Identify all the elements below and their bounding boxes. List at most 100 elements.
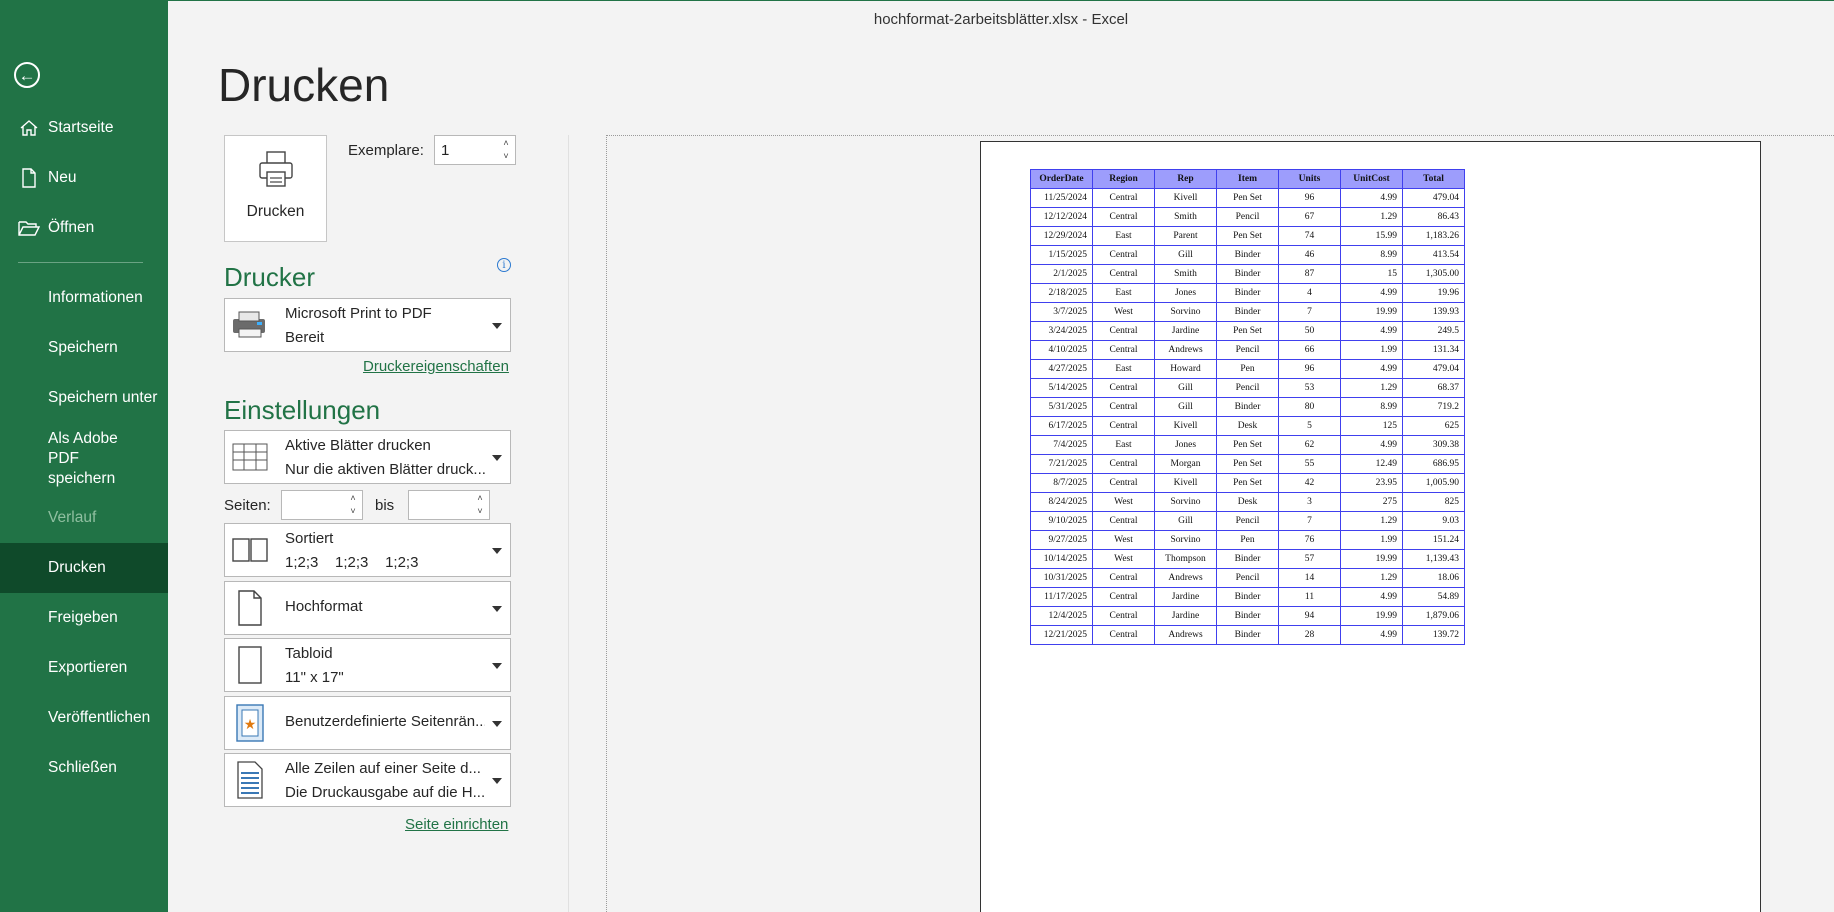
table-cell: 9.03 <box>1402 511 1465 531</box>
table-cell: Pen Set <box>1216 435 1279 455</box>
copies-input[interactable] <box>435 136 493 164</box>
table-cell: Pencil <box>1216 207 1279 227</box>
sidebar-item-freigeben[interactable]: Freigeben <box>0 593 168 643</box>
table-cell: 8/7/2025 <box>1030 473 1093 493</box>
settings-heading: Einstellungen <box>224 395 381 425</box>
print-what-dropdown[interactable]: Aktive Blätter drucken Nur die aktiven B… <box>224 430 511 484</box>
sidebar-item-informationen[interactable]: Informationen <box>0 273 168 323</box>
table-cell: 4/10/2025 <box>1030 340 1093 360</box>
table-cell: 625 <box>1402 416 1465 436</box>
back-arrow-icon[interactable]: ← <box>14 62 40 88</box>
chevron-down-icon <box>492 455 502 461</box>
table-cell: Gill <box>1154 511 1217 531</box>
table-cell: Central <box>1092 473 1155 493</box>
copies-spinner: ˄ ˅ <box>434 135 516 165</box>
open-folder-icon <box>18 217 40 239</box>
sidebar-item-neu[interactable]: Neu <box>0 153 168 203</box>
table-row: 10/31/2025 Central Andrews Pencil 14 1.29 18.0… <box>1030 568 1465 588</box>
spin-up-icon[interactable]: ˄ <box>500 137 512 150</box>
table-cell: 139.93 <box>1402 302 1465 322</box>
table-cell: Central <box>1092 587 1155 607</box>
sidebar-divider <box>18 262 143 263</box>
page-setup-link[interactable]: Seite einrichten <box>405 816 508 833</box>
table-cell: 1.29 <box>1340 378 1403 398</box>
paper-size-dropdown[interactable]: Tabloid 11" x 17" <box>224 638 511 692</box>
table-cell: 139.72 <box>1402 625 1465 645</box>
table-cell: 46 <box>1278 245 1341 265</box>
table-cell: 96 <box>1278 359 1341 379</box>
table-cell: Pen Set <box>1216 473 1279 493</box>
print-what-description: Nur die aktiven Blätter druck... <box>285 461 485 478</box>
table-cell: 1.29 <box>1340 207 1403 227</box>
table-cell: 10/31/2025 <box>1030 568 1093 588</box>
table-cell: 19.99 <box>1340 606 1403 626</box>
window-title: hochformat-2arbeitsblätter.xlsx - Excel <box>873 11 1129 28</box>
orientation-value: Hochformat <box>285 598 363 615</box>
table-cell: 12.49 <box>1340 454 1403 474</box>
table-cell: Binder <box>1216 587 1279 607</box>
spin-down-icon[interactable]: ˅ <box>474 505 486 518</box>
scaling-value: Alle Zeilen auf einer Seite d... <box>285 760 481 777</box>
pages-from-spinner: ˄ ˅ <box>281 490 363 520</box>
sidebar-item-drucken[interactable]: Drucken <box>0 543 168 593</box>
table-cell: 96 <box>1278 188 1341 208</box>
table-cell: 9/27/2025 <box>1030 530 1093 550</box>
spin-down-icon[interactable]: ˅ <box>347 505 359 518</box>
print-button-label: Drucken <box>246 203 305 220</box>
table-cell: West <box>1092 549 1155 569</box>
table-row: 7/21/2025 Central Morgan Pen Set 55 12.49 686.… <box>1030 454 1465 474</box>
table-row: 3/7/2025 West Sorvino Binder 7 19.99 139.93 <box>1030 302 1465 322</box>
info-icon[interactable]: i <box>497 258 511 272</box>
table-cell: 3/7/2025 <box>1030 302 1093 322</box>
column-header: UnitCost <box>1340 169 1403 189</box>
pages-to-input[interactable] <box>409 491 469 519</box>
pages-from-input[interactable] <box>282 491 342 519</box>
table-cell: 479.04 <box>1402 188 1465 208</box>
collated-pages-icon <box>231 532 269 568</box>
sidebar-item-label: Veröffentlichen <box>48 709 151 726</box>
margins-dropdown[interactable]: ★ Benutzerdefinierte Seitenrän... <box>224 696 511 750</box>
table-cell: 825 <box>1402 492 1465 512</box>
table-cell: 12/29/2024 <box>1030 226 1093 246</box>
scaling-dropdown[interactable]: Alle Zeilen auf einer Seite d... Die Dru… <box>224 753 511 807</box>
sidebar-item-adobe-pdf[interactable]: Als Adobe PDF speichern <box>0 430 150 487</box>
table-cell: 1.99 <box>1340 340 1403 360</box>
table-cell: 4.99 <box>1340 435 1403 455</box>
table-cell: Jones <box>1154 283 1217 303</box>
print-button[interactable]: Drucken <box>224 135 327 242</box>
table-cell: Binder <box>1216 283 1279 303</box>
table-cell: Central <box>1092 511 1155 531</box>
table-cell: 19.96 <box>1402 283 1465 303</box>
orientation-dropdown[interactable]: Hochformat <box>224 581 511 635</box>
collation-dropdown[interactable]: Sortiert 1;2;3 1;2;3 1;2;3 <box>224 523 511 577</box>
sidebar-item-label: Startseite <box>48 119 114 136</box>
spin-down-icon[interactable]: ˅ <box>500 150 512 163</box>
sidebar-item-startseite[interactable]: Startseite <box>0 103 168 153</box>
sidebar-item-veroeffentlichen[interactable]: Veröffentlichen <box>0 693 168 743</box>
table-cell: 4.99 <box>1340 359 1403 379</box>
table-cell: Pen <box>1216 359 1279 379</box>
sidebar-item-schliessen[interactable]: Schließen <box>0 743 168 793</box>
table-cell: 6/17/2025 <box>1030 416 1093 436</box>
sidebar-item-speichern-unter[interactable]: Speichern unter <box>0 373 168 423</box>
table-cell: 76 <box>1278 530 1341 550</box>
sidebar-item-speichern[interactable]: Speichern <box>0 323 168 373</box>
spin-up-icon[interactable]: ˄ <box>474 492 486 505</box>
table-cell: 11/17/2025 <box>1030 587 1093 607</box>
table-cell: 1/15/2025 <box>1030 245 1093 265</box>
printer-dropdown[interactable]: Microsoft Print to PDF Bereit <box>224 298 511 352</box>
table-cell: 4 <box>1278 283 1341 303</box>
table-cell: 3/24/2025 <box>1030 321 1093 341</box>
spin-up-icon[interactable]: ˄ <box>347 492 359 505</box>
sidebar-item-exportieren[interactable]: Exportieren <box>0 643 168 693</box>
sidebar-item-label: Als Adobe PDF speichern <box>48 430 118 487</box>
sidebar-item-verlauf: Verlauf <box>0 493 168 543</box>
table-row: 5/31/2025 Central Gill Binder 80 8.99 719.2 <box>1030 397 1465 417</box>
table-cell: 11/25/2024 <box>1030 188 1093 208</box>
table-cell: Pen Set <box>1216 454 1279 474</box>
table-cell: Desk <box>1216 492 1279 512</box>
printer-properties-link[interactable]: Druckereigenschaften <box>363 358 509 375</box>
table-cell: Binder <box>1216 606 1279 626</box>
sidebar-item-oeffnen[interactable]: Öffnen <box>0 203 168 253</box>
table-cell: 74 <box>1278 226 1341 246</box>
